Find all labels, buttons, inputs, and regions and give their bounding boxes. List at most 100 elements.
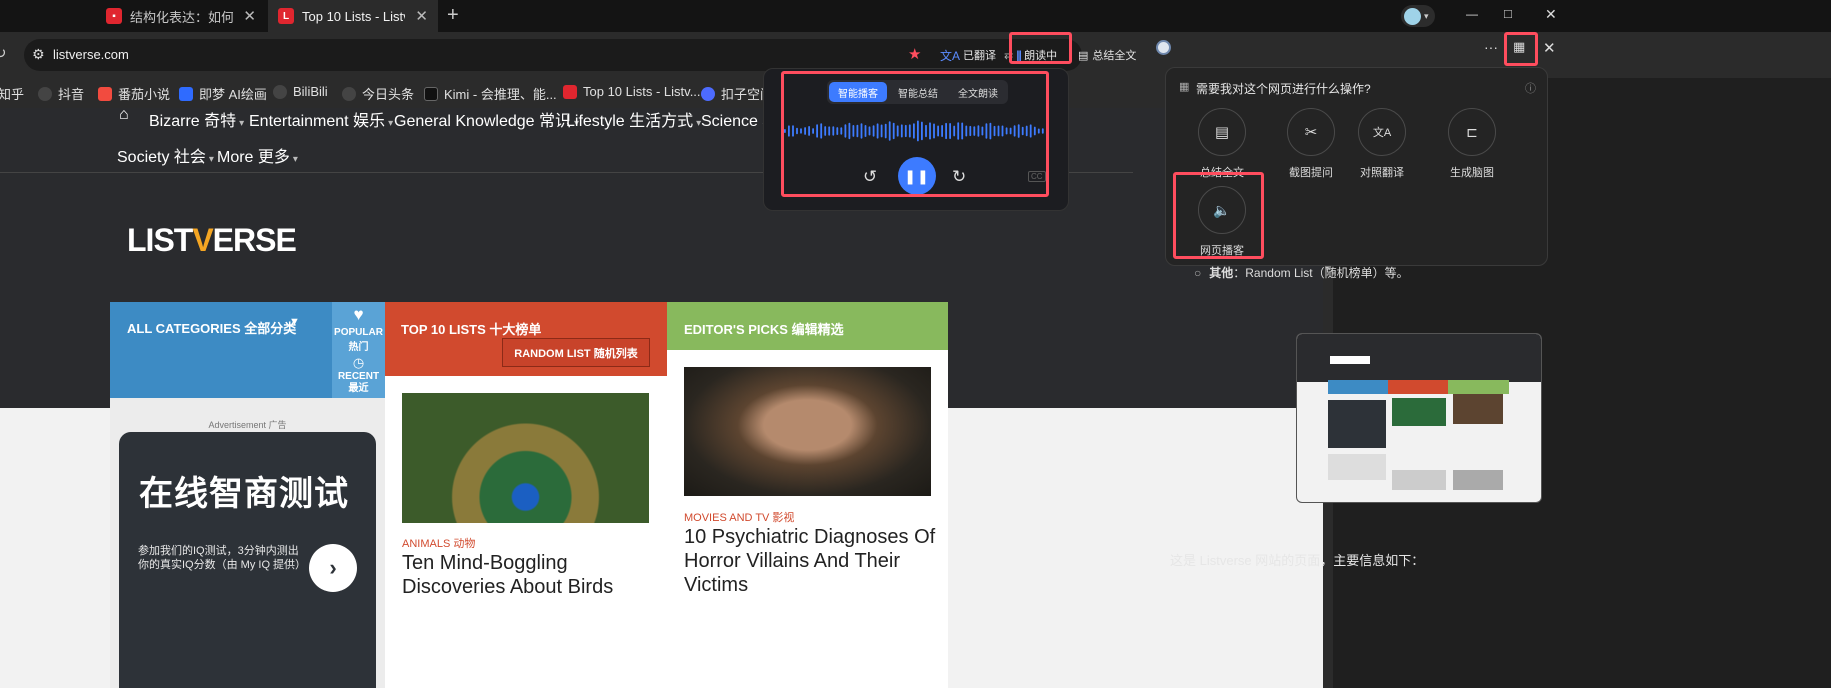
mindmap-icon: ⊏ [1466, 123, 1478, 140]
nav-item[interactable]: More 更多 ▾ [217, 143, 298, 167]
jimeng-icon [179, 86, 193, 101]
thumbnail-block [1392, 470, 1446, 490]
top10-header[interactable]: TOP 10 LISTS 十大榜单 RANDOM LIST 随机列表 [385, 302, 667, 376]
categories-header[interactable]: ALL CATEGORIES 全部分类 ▼ ♥ POPULAR 热门 ◷ REC… [110, 302, 385, 398]
web-page: ⌂ Bizarre 奇特 ▾ Entertainment 娱乐 ▾ General … [0, 108, 1323, 688]
site-logo[interactable]: LISTVERSE [127, 222, 297, 259]
minimize-button[interactable]: — [1466, 7, 1478, 21]
bookmark-item[interactable]: 抖音 [38, 84, 84, 103]
dropdown-caret-icon: ▼ [289, 316, 300, 328]
address-field[interactable]: ⚙ listverse.com ★ [24, 39, 1082, 71]
site-settings-icon[interactable]: ⚙ [32, 46, 45, 63]
tab-title: Top 10 Lists - Listverse [302, 8, 405, 24]
tab-item-active[interactable]: L Top 10 Lists - Listverse ✕ [268, 0, 438, 32]
article-card[interactable]: MOVIES AND TV 影视 10 Psychiatric Diagnose… [667, 350, 948, 688]
coze-icon [701, 86, 715, 101]
bookmark-item[interactable]: Top 10 Lists - Listv... [563, 84, 701, 99]
favorite-star-icon[interactable]: ★ [908, 45, 921, 63]
action-mindmap[interactable]: ⊏ 生成脑图 [1432, 108, 1512, 180]
bookmark-label: 抖音 [58, 87, 85, 102]
popular-label[interactable]: POPULAR 热门 [332, 325, 385, 355]
home-icon[interactable]: ⌂ [119, 108, 129, 124]
tab-title: 结构化表达：如何汇报工作 [130, 9, 234, 25]
highlight-box [781, 71, 1049, 197]
ad-label: Advertisement 广告 [208, 420, 287, 430]
peacock-image[interactable] [402, 393, 649, 523]
ad-card[interactable]: 在线智商测试 参加我们的IQ测试，3分钟内测出你的真实IQ分数（由 My IQ … [119, 432, 376, 688]
bookmark-label: 今日头条 [362, 87, 415, 102]
bookmark-item[interactable]: 即梦 AI绘画 [179, 84, 267, 103]
thumbnail-ad [1328, 400, 1386, 448]
kimi-icon [424, 86, 438, 101]
summary-icon: ▤ [1214, 124, 1230, 141]
close-icon[interactable]: ✕ [243, 7, 256, 25]
page-thumbnail[interactable] [1296, 333, 1542, 503]
reload-icon[interactable]: ↻ [0, 44, 7, 62]
bookmark-item[interactable]: 番茄小说 [98, 84, 170, 103]
highlight-box [1173, 172, 1264, 259]
nav-item[interactable]: General Knowledge 常识 ▾ [394, 108, 579, 131]
close-panel-button[interactable]: ✕ [1543, 39, 1556, 57]
popular-recent-box: ♥ POPULAR 热门 ◷ RECENT 最近 [332, 302, 385, 398]
article-title[interactable]: 10 Psychiatric Diagnoses Of Horror Villa… [684, 525, 938, 597]
profile-button[interactable]: ▾ [1401, 5, 1435, 27]
list-item: ○ 其他：Random List（随机榜单）等。 [1194, 264, 1409, 281]
nav-item[interactable]: Society 社会 ▾ [117, 143, 214, 167]
tab-item[interactable]: ▪ 结构化表达：如何汇报工作 ✕ [96, 0, 266, 32]
url-text: listverse.com [53, 47, 129, 62]
nav-item[interactable]: Bizarre 奇特 ▾ [149, 108, 244, 131]
globe-icon [273, 84, 287, 99]
thumbnail-logo [1330, 356, 1370, 364]
movie-still-image[interactable] [684, 367, 931, 496]
article-title[interactable]: Ten Mind-Boggling Discoveries About Bird… [402, 551, 652, 599]
tab-favicon: ▪ [106, 8, 122, 24]
list-item-bold: 其他 [1209, 266, 1234, 280]
avatar[interactable] [1156, 40, 1171, 55]
close-icon[interactable]: ✕ [415, 7, 428, 25]
summarize-button[interactable]: ▤ 总结全文 [1078, 43, 1136, 67]
info-icon[interactable]: ⓘ [1525, 80, 1536, 96]
thumbnail-block [1328, 454, 1386, 480]
chevron-right-icon[interactable]: › [309, 544, 357, 592]
globe-icon [342, 86, 356, 101]
clock-icon: ◷ [352, 355, 365, 370]
thumbnail-block [1388, 380, 1448, 394]
ad-body: 参加我们的IQ测试，3分钟内测出你的真实IQ分数（由 My IQ 提供） [138, 545, 307, 571]
bookmark-item[interactable]: 知乎 [0, 84, 24, 103]
bookmark-label: Top 10 Lists - Listv... [583, 84, 701, 99]
article-category[interactable]: MOVIES AND TV 影视 [684, 509, 794, 525]
ad-column: Advertisement 广告 在线智商测试 参加我们的IQ测试，3分钟内测出… [110, 398, 385, 688]
tomato-icon [98, 86, 112, 101]
summary-line: 这是 Listverse 网站的页面，主要信息如下： [1170, 553, 1425, 568]
article-card[interactable]: ANIMALS 动物 Ten Mind-Boggling Discoveries… [385, 376, 667, 688]
document-icon: ▤ [1078, 49, 1089, 62]
random-list-button[interactable]: RANDOM LIST 随机列表 [502, 338, 650, 367]
bookmark-label: 知乎 [0, 87, 25, 102]
maximize-button[interactable]: □ [1504, 6, 1512, 21]
tab-strip: ▪ 结构化表达：如何汇报工作 ✕ L Top 10 Lists - Listve… [0, 0, 1831, 32]
action-summarize[interactable]: ▤ 总结全文 [1182, 108, 1262, 180]
new-tab-button[interactable]: + [447, 4, 459, 27]
thumbnail-block [1448, 380, 1509, 394]
recent-label[interactable]: RECENT 最近 [332, 371, 385, 395]
apps-grid-icon: ▦ [1179, 81, 1190, 93]
categories-title: ALL CATEGORIES 全部分类 [127, 321, 297, 336]
summarize-label: 总结全文 [1092, 50, 1137, 62]
bookmark-item[interactable]: Kimi - 会推理、能... [424, 84, 557, 103]
translate-button[interactable]: 文A 已翻译 ⇄ [940, 43, 1013, 67]
action-compare-translate[interactable]: 文A 对照翻译 [1342, 108, 1422, 180]
bookmark-item[interactable]: BiliBili [273, 84, 328, 99]
article-category[interactable]: ANIMALS 动物 [402, 535, 475, 551]
thumbnail-block [1328, 380, 1388, 394]
bookmark-item[interactable]: 今日头条 [342, 84, 414, 103]
heart-icon: ♥ [353, 305, 364, 324]
editors-header[interactable]: EDITOR'S PICKS 编辑精选 [667, 302, 948, 350]
bookmark-label: Kimi - 会推理、能... [444, 87, 557, 102]
translate-icon: 文A [940, 48, 961, 63]
window-close-button[interactable]: ✕ [1545, 6, 1557, 23]
action-screenshot-ask[interactable]: ✂ 截图提问 [1271, 108, 1351, 180]
nav-item[interactable]: Lifestyle 生活方式 ▾ [566, 108, 701, 131]
more-options-icon[interactable]: ··· [1484, 39, 1498, 55]
list-item-text: ：Random List（随机榜单）等。 [1233, 266, 1409, 280]
nav-item[interactable]: Entertainment 娱乐 ▾ [249, 108, 393, 131]
